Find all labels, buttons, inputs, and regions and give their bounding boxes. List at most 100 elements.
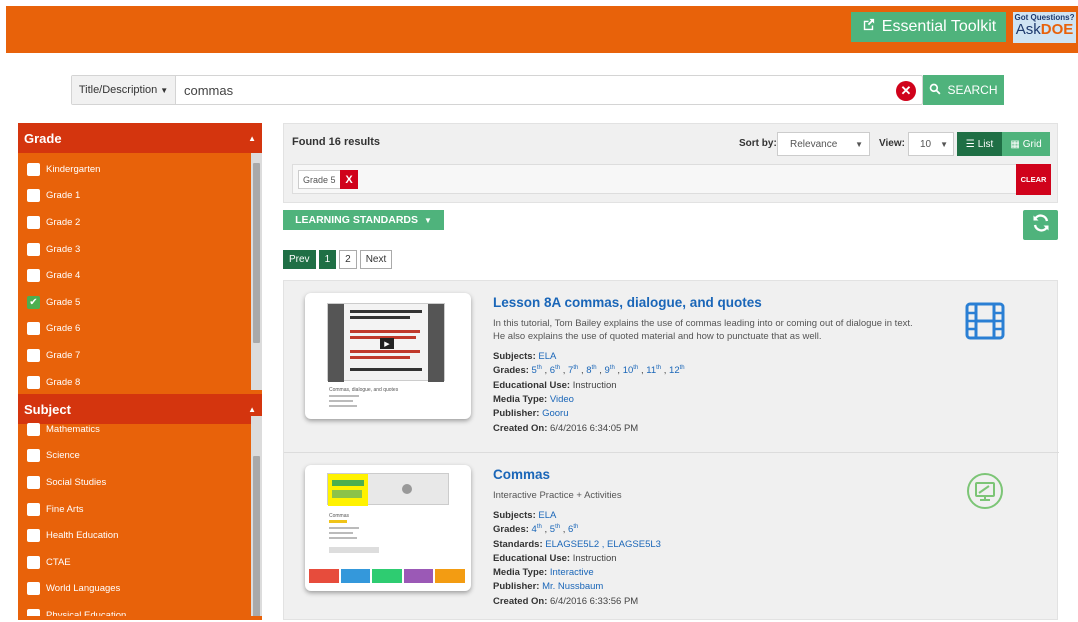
checkbox[interactable]	[27, 608, 40, 616]
next-page-button[interactable]: Next	[359, 250, 393, 269]
filter-chip: Grade 5	[298, 170, 341, 189]
media-type-link[interactable]: Video	[550, 394, 574, 405]
facet-item-grade-5[interactable]: ✔ Grade 5	[18, 289, 262, 316]
subjects-link[interactable]: ELA	[538, 510, 556, 521]
grade-facet-title: Grade	[24, 130, 62, 146]
caret-down-icon: ▼	[423, 215, 432, 225]
facet-item-label: Grade 3	[46, 243, 81, 255]
remove-filter-button[interactable]: X	[340, 170, 358, 189]
essential-toolkit-button[interactable]: Essential Toolkit	[851, 12, 1006, 42]
subjects-link[interactable]: ELA	[538, 351, 556, 362]
publisher-link[interactable]: Mr. Nussbaum	[542, 581, 603, 592]
facet-item-fine-arts[interactable]: Fine Arts	[18, 496, 262, 523]
facet-item-grade-1[interactable]: Grade 1	[18, 183, 262, 210]
grade-link[interactable]: 11th	[646, 365, 661, 376]
list-view-button[interactable]: ☰ List	[957, 132, 1002, 156]
checkbox[interactable]	[27, 162, 40, 176]
grade-link[interactable]: 4th	[532, 524, 542, 535]
facet-item-physical-education[interactable]: Physical Education	[18, 602, 262, 616]
page-2-button[interactable]: 2	[339, 250, 357, 269]
grade-link[interactable]: 8th	[586, 365, 596, 376]
checkbox[interactable]	[27, 322, 40, 336]
subject-scrollbar-thumb[interactable]	[253, 456, 260, 616]
grade-facet-header[interactable]: Grade ▲	[18, 123, 262, 153]
checkbox[interactable]	[27, 189, 40, 203]
media-type-link[interactable]: Interactive	[550, 567, 594, 578]
ask-doe-logo[interactable]: Got Questions? AskDOE	[1013, 12, 1076, 43]
facet-item-grade-8[interactable]: Grade 8	[18, 369, 262, 390]
subjects-label: Subjects:	[493, 510, 536, 521]
checkbox[interactable]	[27, 348, 40, 362]
facet-item-grade-3[interactable]: Grade 3	[18, 236, 262, 263]
standards-links[interactable]: ELAGSE5L2 , ELAGSE5L3	[545, 539, 661, 550]
facet-item-grade-2[interactable]: Grade 2	[18, 209, 262, 236]
facet-item-health-education[interactable]: Health Education	[18, 522, 262, 549]
grade-link[interactable]: 5th	[532, 365, 542, 376]
facet-item-grade-7[interactable]: Grade 7	[18, 342, 262, 369]
result-thumbnail[interactable]: ▶ Commas, dialogue, and quotes	[305, 293, 471, 419]
facet-item-social-studies[interactable]: Social Studies	[18, 469, 262, 496]
search-type-dropdown[interactable]: Title/Description ▼	[72, 76, 176, 104]
subject-scrollbar[interactable]	[251, 416, 262, 616]
checkbox[interactable]	[27, 449, 40, 463]
essential-toolkit-label: Essential Toolkit	[881, 18, 997, 35]
facet-item-ctae[interactable]: CTAE	[18, 549, 262, 576]
facet-item-grade-4[interactable]: Grade 4	[18, 262, 262, 289]
checkbox[interactable]	[27, 375, 40, 389]
grades-label: Grades:	[493, 365, 529, 377]
subject-facet-list: Mathematics Science Social Studies Fine Art…	[18, 416, 262, 616]
checkbox[interactable]	[27, 502, 40, 516]
checkbox[interactable]	[27, 422, 40, 436]
refresh-button[interactable]	[1023, 210, 1058, 240]
facet-item-grade-6[interactable]: Grade 6	[18, 316, 262, 343]
checkbox[interactable]: ✔	[27, 295, 40, 309]
play-icon[interactable]: ▶	[380, 338, 394, 349]
checkbox[interactable]	[27, 555, 40, 569]
thumbnail-caption: Commas, dialogue, and quotes	[329, 387, 399, 393]
sort-select[interactable]: Relevance ▼	[777, 132, 870, 156]
learning-standards-button[interactable]: LEARNING STANDARDS ▼	[283, 210, 444, 230]
facet-item-kindergarten[interactable]: Kindergarten	[18, 156, 262, 183]
grade-scrollbar[interactable]	[251, 153, 262, 390]
result-publisher: Publisher: Mr. Nussbaum	[493, 581, 603, 592]
clear-filters-button[interactable]: CLEAR	[1016, 164, 1051, 195]
grade-link[interactable]: 6th	[568, 524, 578, 535]
list-icon: ☰	[965, 138, 975, 150]
grade-link[interactable]: 9th	[604, 365, 614, 376]
created-label: Created On:	[493, 596, 548, 607]
checkbox[interactable]	[27, 529, 40, 543]
result-title[interactable]: Lesson 8A commas, dialogue, and quotes	[493, 295, 762, 310]
grade-link[interactable]: 7th	[568, 365, 578, 376]
result-standards: Standards: ELAGSE5L2 , ELAGSE5L3	[493, 539, 661, 550]
checkbox[interactable]	[27, 242, 40, 256]
result-title[interactable]: Commas	[493, 467, 550, 482]
grade-link[interactable]: 10th	[623, 365, 639, 376]
grade-link[interactable]: 5th	[550, 524, 560, 535]
facet-item-label: Physical Education	[46, 609, 127, 616]
result-created: Created On: 6/4/2016 6:34:05 PM	[493, 423, 638, 434]
view-count-select[interactable]: 10 ▼	[908, 132, 954, 156]
facet-item-world-languages[interactable]: World Languages	[18, 576, 262, 603]
facet-item-mathematics[interactable]: Mathematics	[18, 416, 262, 443]
prev-page-button[interactable]: Prev	[283, 250, 316, 269]
result-edu-use: Educational Use: Instruction	[493, 380, 617, 391]
grid-view-button[interactable]: ▦ Grid	[1002, 132, 1050, 156]
clear-search-icon[interactable]: ✕	[896, 81, 916, 101]
pagination: Prev 1 2 Next	[283, 250, 393, 269]
page-1-button[interactable]: 1	[318, 250, 337, 269]
search-button[interactable]: SEARCH	[923, 75, 1004, 105]
grade-link[interactable]: 12th	[669, 365, 685, 376]
publisher-link[interactable]: Gooru	[542, 408, 568, 419]
search-input[interactable]	[184, 80, 884, 100]
view-count-value: 10	[920, 138, 932, 150]
grade-link[interactable]: 6th	[550, 365, 560, 376]
checkbox[interactable]	[27, 475, 40, 489]
facet-item-label: World Languages	[46, 583, 121, 595]
created-value: 6/4/2016 6:34:05 PM	[550, 423, 639, 434]
checkbox[interactable]	[27, 215, 40, 229]
result-thumbnail[interactable]: Commas	[305, 465, 471, 591]
facet-item-science[interactable]: Science	[18, 443, 262, 470]
grade-scrollbar-thumb[interactable]	[253, 163, 260, 343]
checkbox[interactable]	[27, 269, 40, 283]
checkbox[interactable]	[27, 582, 40, 596]
